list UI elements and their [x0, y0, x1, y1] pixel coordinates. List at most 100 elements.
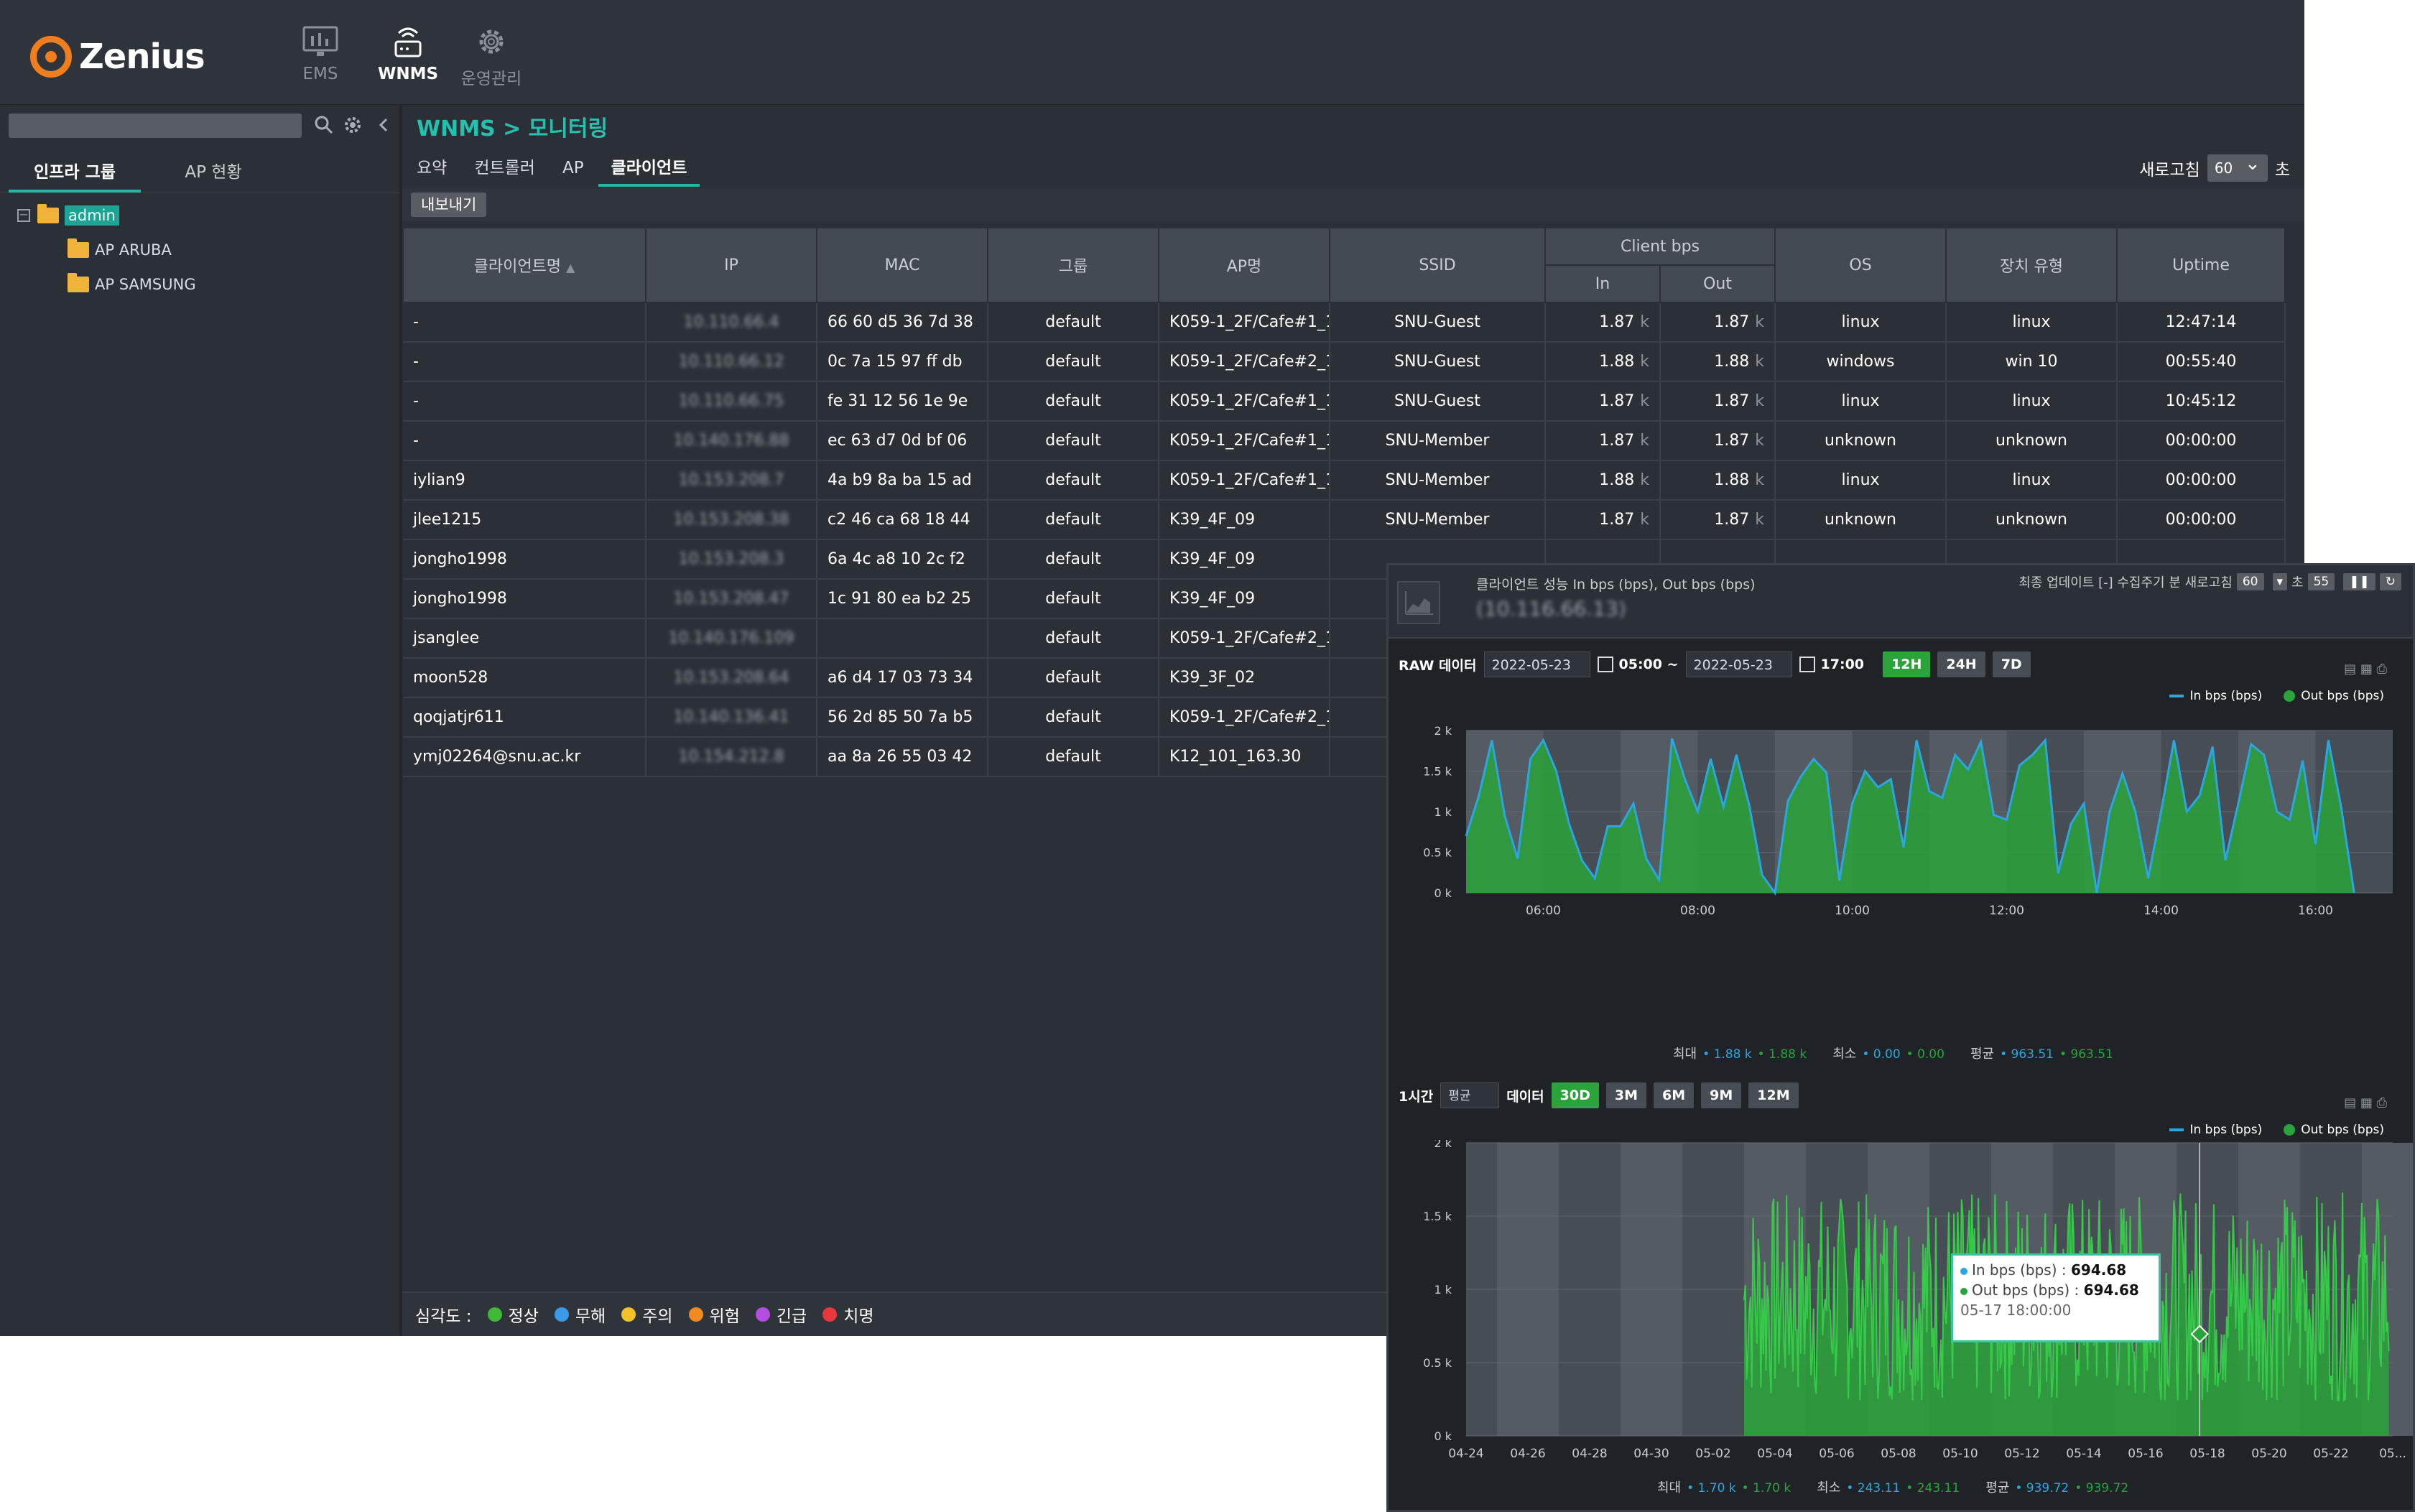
cell-mac: c2 46 ca 68 18 44 — [817, 500, 988, 540]
time-from[interactable]: 05:00 — [1619, 657, 1662, 672]
cell-group: default — [988, 460, 1159, 501]
cell-ssid: SNU-Guest — [1330, 302, 1546, 343]
col-group[interactable]: 그룹 — [987, 227, 1159, 303]
tree-node-label: admin — [65, 205, 119, 226]
history-bps-chart[interactable]: 0 k 0.5 k 1 k 1.5 k 2 k 04-24 04-26 04-28 04-30 0… — [1389, 1140, 2413, 1485]
table-row[interactable]: -10.140.176.88 ec 63 d7 0d bf 06 default K0… — [403, 421, 2286, 461]
x-tick-label: 05-14 — [2066, 1447, 2101, 1461]
raw-bps-chart[interactable]: 0 k 0.5 k 1 k 1.5 k 2 k 06:00 08:00 10:00 12:00 1… — [1389, 708, 2413, 923]
cell-group: default — [988, 342, 1159, 382]
cell-group: default — [988, 421, 1159, 461]
refresh-interval-select[interactable]: 60 — [2207, 150, 2268, 182]
chart-view-icons[interactable]: ▤ ▦ ⎙ — [2344, 662, 2387, 677]
cell-in: 1.88 k — [1545, 342, 1661, 382]
cell-ip: 10.153.208.64 — [646, 658, 817, 698]
x-tick-label: 05-18 — [2189, 1447, 2225, 1461]
cell-ap-name: K059-1_2F/Cafe#1_150 — [1159, 302, 1330, 343]
table-row[interactable]: -10.110.66.4 66 60 d5 36 7d 38 default K059… — [403, 302, 2286, 343]
cell-client-name: jsanglee — [403, 618, 646, 659]
search-icon[interactable] — [313, 115, 335, 136]
table-row[interactable]: -10.110.66.12 0c 7a 15 97 ff db default K05… — [403, 342, 2286, 382]
tree-node-ap-aruba[interactable]: AP ARUBA — [17, 233, 196, 267]
chevron-down-icon[interactable]: ▾ — [2272, 573, 2288, 590]
calendar-icon[interactable] — [1799, 657, 1815, 672]
data-label: 데이터 — [1506, 1088, 1544, 1105]
range-6m-button[interactable]: 6M — [1654, 1082, 1695, 1108]
cell-ip: 10.153.208.38 — [646, 500, 817, 540]
col-os[interactable]: OS — [1774, 227, 1947, 303]
col-uptime[interactable]: Uptime — [2116, 227, 2286, 303]
range-9m-button[interactable]: 9M — [1701, 1082, 1742, 1108]
cell-ap-name: K39_4F_09 — [1159, 539, 1330, 580]
date-to-input[interactable]: 2022-05-23 — [1685, 651, 1792, 677]
y-tick-label: 0 k — [1434, 886, 1452, 900]
calendar-icon[interactable] — [1597, 657, 1613, 672]
zenius-logo[interactable]: Zenius — [30, 32, 205, 82]
date-from-input[interactable]: 2022-05-23 — [1483, 651, 1590, 677]
col-out[interactable]: Out — [1659, 264, 1776, 303]
range-12h-button[interactable]: 12H — [1883, 651, 1931, 677]
col-ap-name[interactable]: AP명 — [1158, 227, 1330, 303]
severity-critical: 치명 — [822, 1302, 874, 1327]
sidebar-search-input[interactable] — [9, 113, 302, 138]
collapse-icon[interactable]: − — [17, 209, 30, 222]
time-to[interactable]: 17:00 — [1821, 657, 1864, 672]
range-24h-button[interactable]: 24H — [1937, 651, 1985, 677]
sort-up-icon[interactable]: ▲ — [566, 261, 575, 274]
dot-icon — [2284, 1124, 2296, 1136]
tab-ap-status[interactable]: AP 현황 — [152, 155, 274, 190]
severity-harmless: 무해 — [554, 1302, 606, 1327]
col-in[interactable]: In — [1544, 264, 1661, 303]
cell-device-type: linux — [1946, 460, 2118, 501]
aggregation-select[interactable]: 평균 — [1440, 1082, 1500, 1108]
tab-ap[interactable]: AP — [562, 152, 584, 184]
refresh-icon[interactable]: ↻ — [2379, 573, 2401, 590]
col-ssid[interactable]: SSID — [1329, 227, 1546, 303]
pause-icon[interactable]: ❚❚ — [2343, 573, 2375, 590]
monitor-icon — [302, 26, 338, 56]
nav-ems[interactable]: EMS — [277, 24, 363, 96]
range-30d-button[interactable]: 30D — [1551, 1082, 1599, 1108]
tree-node-ap-samsung[interactable]: AP SAMSUNG — [17, 267, 196, 302]
range-3m-button[interactable]: 3M — [1605, 1082, 1646, 1108]
range-12m-button[interactable]: 12M — [1748, 1082, 1799, 1108]
col-mac[interactable]: MAC — [816, 227, 988, 303]
table-row[interactable]: jlee1215 10.153.208.38 c2 46 ca 68 18 44 de… — [403, 500, 2286, 540]
nav-wnms[interactable]: WNMS — [365, 24, 451, 96]
folder-icon — [37, 204, 59, 223]
tree-node-admin[interactable]: − admin — [17, 198, 196, 233]
cell-out: 1.88 k — [1660, 460, 1776, 501]
cell-group: default — [988, 618, 1159, 659]
cell-ip: 10.153.208.7 — [646, 460, 817, 501]
popup-refresh-select[interactable]: 60 — [2236, 573, 2264, 590]
cell-group: default — [988, 302, 1159, 343]
cell-ap-name: K059-1_2F/Cafe#1_150 — [1159, 381, 1330, 422]
client-performance-popup: 클라이언트 성능 In bps (bps), Out bps (bps) (10… — [1386, 563, 2415, 1512]
tab-summary[interactable]: 요약 — [417, 152, 447, 184]
table-row[interactable]: -10.110.66.75 fe 31 12 56 1e 9e default K05… — [403, 381, 2286, 422]
range-7d-button[interactable]: 7D — [1992, 651, 2031, 677]
history-stats: 최대 • 1.70 k • 1.70 k 최소 • 243.11 • 243.11 평균… — [1657, 1480, 2129, 1495]
legend-in[interactable]: In bps (bps) — [2169, 1123, 2262, 1137]
legend-in[interactable]: In bps (bps) — [2169, 689, 2262, 703]
y-tick-label: 0.5 k — [1423, 846, 1452, 860]
tab-infra-group[interactable]: 인프라 그룹 — [9, 155, 141, 193]
cell-in: 1.87 k — [1545, 421, 1661, 461]
col-ip[interactable]: IP — [645, 227, 817, 303]
col-device-type[interactable]: 장치 유형 — [1945, 227, 2118, 303]
tab-client[interactable]: 클라이언트 — [598, 152, 700, 187]
tab-controller[interactable]: 컨트롤러 — [474, 152, 535, 184]
table-row[interactable]: iylian9 10.153.208.7 4a b9 8a ba 15 ad defa… — [403, 460, 2286, 501]
export-button[interactable]: 내보내기 — [411, 193, 487, 217]
cell-group: default — [988, 658, 1159, 698]
chart-view-icons[interactable]: ▤ ▦ ⎙ — [2344, 1095, 2387, 1110]
legend-out[interactable]: Out bps (bps) — [2284, 689, 2384, 703]
collapse-chevron-left-icon[interactable] — [374, 115, 395, 136]
nav-admin[interactable]: 운영관리 — [448, 24, 534, 96]
cell-ap-name: K12_101_163.30 — [1159, 737, 1330, 777]
legend-out[interactable]: Out bps (bps) — [2284, 1123, 2384, 1137]
nav-wnms-label: WNMS — [377, 65, 439, 83]
settings-gear-icon[interactable] — [342, 115, 363, 136]
cell-client-name: jongho1998 — [403, 579, 646, 619]
col-client-name[interactable]: 클라이언트명 ▲ — [402, 227, 646, 303]
